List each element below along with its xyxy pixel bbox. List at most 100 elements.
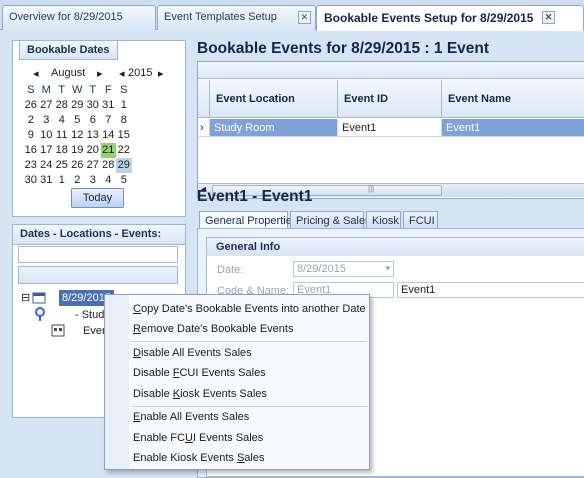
bookable-dates-group: Bookable Dates ◂ August ▸ ◂ 2015 ▸ S M T… — [12, 40, 186, 217]
calendar-day[interactable]: 29 — [116, 158, 132, 173]
menu-copy-bookable-events[interactable]: Copy Date's Bookable Events into another… — [133, 300, 366, 318]
calendar-week-row: 30 31 1 2 3 4 5 — [23, 173, 132, 188]
dow-label: W — [72, 84, 83, 96]
chevron-down-icon[interactable]: ▾ — [385, 263, 390, 274]
next-year-icon[interactable]: ▸ — [158, 67, 164, 80]
calendar-day[interactable]: 25 — [54, 158, 70, 173]
calendar-day[interactable]: 28 — [101, 158, 117, 173]
calendar-day[interactable]: 12 — [70, 128, 86, 143]
prev-month-icon[interactable]: ◂ — [33, 67, 39, 80]
tab-event-templates-setup[interactable]: Event Templates Setup ✕ — [157, 5, 316, 30]
tab-overview[interactable]: Overview for 8/29/2015 — [2, 5, 156, 30]
calendar-day[interactable]: 7 — [101, 113, 117, 128]
calendar-day[interactable]: 2 — [70, 173, 86, 188]
cell-event-id[interactable]: Event1 — [338, 119, 442, 137]
date-field[interactable]: 8/29/2015 ▾ — [293, 261, 394, 277]
calendar-month: August — [51, 67, 86, 79]
col-event-name[interactable]: Event Name — [442, 80, 584, 118]
calendar-day[interactable]: 31 — [101, 98, 117, 113]
calendar-day[interactable]: 17 — [39, 143, 55, 158]
next-month-icon[interactable]: ▸ — [97, 67, 103, 80]
general-info-title: General Info — [207, 238, 584, 256]
calendar-day[interactable]: 16 — [23, 143, 39, 158]
calendar-day[interactable]: 5 — [70, 113, 86, 128]
calendar-day[interactable]: 26 — [23, 98, 39, 113]
tree-header — [18, 266, 178, 284]
calendar-day[interactable]: 27 — [39, 98, 55, 113]
tree-expander-icon[interactable]: ⊟ — [21, 290, 30, 306]
bookable-events-title: Bookable Events for 8/29/2015 : 1 Event — [197, 40, 490, 57]
close-icon[interactable]: ✕ — [542, 11, 555, 24]
calendar-day[interactable]: 22 — [116, 143, 132, 158]
name-field[interactable]: Event1 — [397, 282, 584, 298]
calendar-day[interactable]: 9 — [23, 128, 39, 143]
calendar-week-row: 26 27 28 29 30 31 1 — [23, 98, 132, 113]
calendar-day[interactable]: 29 — [70, 98, 86, 113]
calendar-day[interactable]: 3 — [85, 173, 101, 188]
menu-disable-kiosk-sales[interactable]: Disable Kiosk Events Sales — [133, 385, 267, 403]
tab-event-templates-label: Event Templates Setup — [164, 11, 277, 23]
col-event-location[interactable]: Event Location — [210, 80, 338, 118]
calendar-day[interactable]: 6 — [85, 113, 101, 128]
scroll-grip: ||| — [368, 184, 375, 193]
row-indicator: › — [198, 119, 210, 137]
tab-fcui[interactable]: FCUI — [403, 211, 438, 229]
menu-icon-gutter — [105, 295, 129, 469]
dow-label: M — [41, 84, 51, 96]
event-node-icon — [51, 324, 65, 340]
grid-group-bar — [198, 62, 584, 79]
calendar-day[interactable]: 2 — [23, 113, 39, 128]
calendar-day[interactable]: 18 — [54, 143, 70, 158]
calendar-day[interactable]: 13 — [85, 128, 101, 143]
calendar-day[interactable]: 26 — [70, 158, 86, 173]
menu-enable-all-sales[interactable]: Enable All Events Sales — [133, 408, 249, 426]
tree-search-input[interactable] — [18, 246, 178, 263]
calendar-day[interactable]: 11 — [54, 128, 70, 143]
close-icon[interactable]: ✕ — [298, 11, 311, 24]
col-event-id[interactable]: Event ID — [338, 80, 442, 118]
calendar-day[interactable]: 14 — [101, 128, 117, 143]
cell-event-name[interactable]: Event1 — [442, 119, 584, 137]
calendar-day[interactable]: 4 — [101, 173, 117, 188]
today-button[interactable]: Today — [71, 188, 124, 208]
calendar-day[interactable]: 1 — [116, 98, 132, 113]
dow-label: T — [58, 84, 66, 96]
calendar-day[interactable]: 27 — [85, 158, 101, 173]
calendar-dow-row: S M T W T F S — [23, 83, 132, 98]
dow-label: T — [89, 84, 97, 96]
calendar-day[interactable]: 31 — [39, 173, 55, 188]
tab-pricing-sales[interactable]: Pricing & Sales — [290, 211, 371, 229]
prev-year-icon[interactable]: ◂ — [119, 67, 125, 80]
calendar-week-row: 2345678 — [23, 113, 132, 128]
calendar-day[interactable]: 30 — [85, 98, 101, 113]
calendar-day[interactable]: 24 — [39, 158, 55, 173]
calendar-day[interactable]: 30 — [23, 173, 39, 188]
document-tab-strip: Overview for 8/29/2015 Event Templates S… — [0, 0, 584, 31]
calendar-day[interactable]: 20 — [85, 143, 101, 158]
bookable-dates-title: Bookable Dates — [19, 40, 118, 60]
calendar-day[interactable]: 15 — [116, 128, 132, 143]
menu-remove-bookable-events[interactable]: Remove Date's Bookable Events — [133, 320, 293, 338]
calendar-day[interactable]: 3 — [39, 113, 55, 128]
menu-disable-all-sales[interactable]: Disable All Events Sales — [133, 344, 252, 362]
calendar-day[interactable]: 28 — [54, 98, 70, 113]
calendar-day[interactable]: 4 — [54, 113, 70, 128]
calendar-day[interactable]: 23 — [23, 158, 39, 173]
calendar-day[interactable]: 8 — [116, 113, 132, 128]
tab-kiosk[interactable]: Kiosk — [366, 211, 401, 229]
date-value: 8/29/2015 — [297, 263, 346, 275]
cell-location[interactable]: Study Room — [210, 119, 338, 137]
calendar-day[interactable]: 5 — [116, 173, 132, 188]
calendar-day[interactable]: 1 — [54, 173, 70, 188]
tree-context-menu: Copy Date's Bookable Events into another… — [104, 294, 370, 470]
menu-disable-fcui-sales[interactable]: Disable FCUI Events Sales — [133, 364, 266, 382]
tab-bookable-events-setup[interactable]: Bookable Events Setup for 8/29/2015 ✕ — [316, 5, 584, 31]
menu-enable-fcui-sales[interactable]: Enable FCUI Events Sales — [133, 429, 263, 447]
calendar-week-row: 23 24 25 26 27 28 29 — [23, 158, 132, 173]
menu-separator — [131, 341, 367, 342]
menu-enable-kiosk-sales[interactable]: Enable Kiosk Events Sales — [133, 449, 264, 467]
calendar-node-icon — [32, 291, 46, 307]
calendar-day[interactable]: 21 — [100, 143, 116, 158]
calendar-day[interactable]: 19 — [70, 143, 86, 158]
calendar-day[interactable]: 10 — [39, 128, 55, 143]
